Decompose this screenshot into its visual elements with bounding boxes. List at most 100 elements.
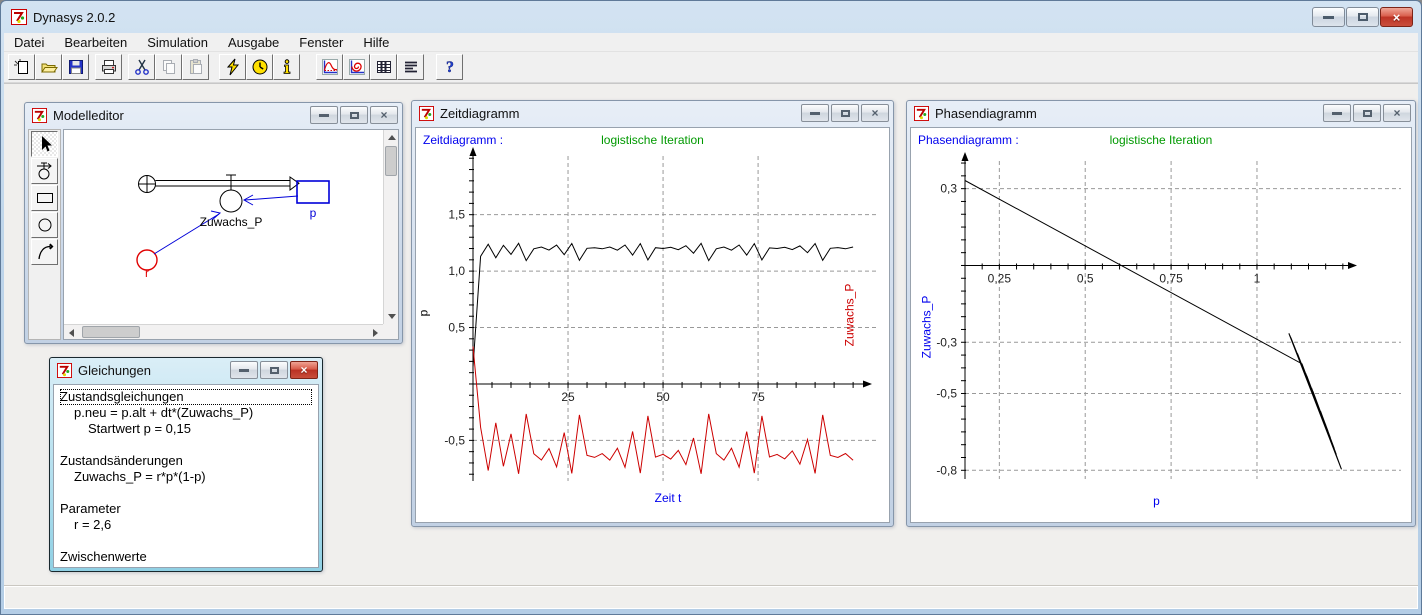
flow-tool-button[interactable] [31, 158, 58, 184]
svg-text:1,5: 1,5 [448, 208, 465, 222]
vertical-scrollbar[interactable] [383, 130, 398, 324]
status-bar [4, 586, 1418, 609]
flow-tool-icon [35, 161, 55, 181]
table-button[interactable] [370, 54, 397, 80]
equation-line[interactable]: r = 2,6 [60, 517, 312, 533]
svg-text:-0,5: -0,5 [444, 433, 465, 447]
dynasys-app-icon [57, 363, 72, 378]
svg-text:50: 50 [656, 390, 670, 404]
gleichungen-title: Gleichungen [78, 363, 151, 378]
model-canvas[interactable]: Zuwachs_P p r [64, 130, 383, 324]
scroll-left-button[interactable] [64, 325, 79, 340]
equation-line[interactable]: Startwert p = 0,15 [60, 421, 312, 437]
scroll-right-button[interactable] [368, 325, 383, 340]
open-button[interactable] [35, 54, 62, 80]
modelleditor-maximize-button[interactable] [340, 106, 368, 124]
main-title-bar[interactable]: Dynasys 2.0.2 × [1, 1, 1421, 33]
phasendiagramm-maximize-button[interactable] [1353, 104, 1381, 122]
new-document-button[interactable] [8, 54, 35, 80]
modelleditor-minimize-button[interactable] [310, 106, 338, 124]
menu-bearbeiten[interactable]: Bearbeiten [54, 33, 137, 52]
modelleditor-close-button[interactable]: × [370, 106, 398, 124]
protocol-button[interactable] [397, 54, 424, 80]
zeitdiagramm-close-button[interactable]: × [861, 104, 889, 122]
phasendiagramm-close-button[interactable]: × [1383, 104, 1411, 122]
pointer-tool-button[interactable] [31, 131, 58, 157]
connector-tool-button[interactable] [31, 239, 58, 265]
phase-chart-title: logistische Iteration [1036, 133, 1286, 147]
model-canvas-frame: Zuwachs_P p r [63, 129, 399, 340]
simulation-time-button[interactable] [246, 54, 273, 80]
phase-chart-button[interactable] [343, 54, 370, 80]
stock-label: p [310, 206, 317, 220]
phase-yaxis-label: Zuwachs_P [919, 296, 933, 359]
menu-fenster[interactable]: Fenster [289, 33, 353, 52]
table-icon [375, 58, 393, 76]
constant-tool-button[interactable] [31, 212, 58, 238]
zeitdiagramm-maximize-button[interactable] [831, 104, 859, 122]
equation-section-heading[interactable]: Parameter [60, 501, 312, 517]
help-icon: ? [441, 58, 459, 76]
scroll-up-button[interactable] [384, 130, 399, 145]
zeitdiagramm-minimize-button[interactable] [801, 104, 829, 122]
equation-section-heading[interactable]: Zustandsänderungen [60, 453, 312, 469]
minimize-button[interactable] [1312, 7, 1345, 27]
menu-datei[interactable]: Datei [4, 33, 54, 52]
svg-text:-0,3: -0,3 [936, 335, 957, 349]
gleichungen-close-button[interactable]: × [290, 361, 318, 379]
info-button[interactable] [273, 54, 300, 80]
menu-hilfe[interactable]: Hilfe [353, 33, 399, 52]
equation-section-heading[interactable]: Zustandsgleichungen [60, 389, 312, 405]
phasendiagramm-title-bar[interactable]: Phasendiagramm × [907, 101, 1415, 126]
stock-p-shape[interactable] [297, 181, 329, 203]
equation-line[interactable]: p.neu = p.alt + dt*(Zuwachs_P) [60, 405, 312, 421]
scissors-icon [133, 58, 151, 76]
dynasys-app-icon [914, 106, 929, 121]
horizontal-scroll-thumb[interactable] [82, 326, 140, 338]
svg-text:75: 75 [751, 390, 765, 404]
open-folder-icon [40, 58, 58, 76]
equation-blank-line [60, 437, 312, 453]
zeit-xaxis-label: Zeit t [473, 491, 863, 505]
svg-text:0,3: 0,3 [940, 182, 957, 196]
vertical-scroll-thumb[interactable] [385, 146, 397, 176]
cut-button[interactable] [128, 54, 155, 80]
copy-button [155, 54, 182, 80]
phasendiagramm-title: Phasendiagramm [935, 106, 1037, 121]
print-button[interactable] [95, 54, 122, 80]
save-button[interactable] [62, 54, 89, 80]
menu-ausgabe[interactable]: Ausgabe [218, 33, 289, 52]
svg-text:0,25: 0,25 [988, 271, 1012, 285]
time-chart-button[interactable] [316, 54, 343, 80]
gleichungen-maximize-button[interactable] [260, 361, 288, 379]
scroll-down-button[interactable] [384, 309, 399, 324]
zeit-yaxis-right-label: Zuwachs_P [843, 284, 857, 347]
horizontal-scrollbar[interactable] [64, 324, 383, 339]
gleichungen-title-bar[interactable]: Gleichungen × [50, 358, 322, 383]
close-button[interactable]: × [1380, 7, 1413, 27]
stock-tool-icon [35, 188, 55, 208]
phase-chart-type-label: Phasendiagramm : [918, 133, 1019, 147]
gleichungen-minimize-button[interactable] [230, 361, 258, 379]
zeitdiagramm-content: Zeitdiagramm : logistische Iteration 255… [415, 127, 890, 523]
equation-section-heading[interactable]: Zwischenwerte [60, 549, 312, 565]
equation-line[interactable]: Zuwachs_P = r*p*(1-p) [60, 469, 312, 485]
phase-chart-canvas: 0,250,50,7510,3-0,3-0,5-0,8 [911, 128, 1413, 522]
maximize-button[interactable] [1346, 7, 1379, 27]
protocol-icon [402, 58, 420, 76]
lightning-icon [224, 58, 242, 76]
modelleditor-title-bar[interactable]: Modelleditor × [25, 103, 402, 128]
menu-simulation[interactable]: Simulation [137, 33, 218, 52]
stock-tool-button[interactable] [31, 185, 58, 211]
equation-blank-line [60, 533, 312, 549]
equations-list[interactable]: Zustandsgleichungen p.neu = p.alt + dt*(… [53, 384, 319, 568]
paste-icon [187, 58, 205, 76]
resize-grip[interactable] [383, 324, 398, 339]
zeit-chart-canvas: 2550751,51,00,5-0,5 [416, 128, 891, 522]
run-simulation-button[interactable] [219, 54, 246, 80]
help-button[interactable]: ? [436, 54, 463, 80]
phasendiagramm-minimize-button[interactable] [1323, 104, 1351, 122]
new-document-icon [13, 58, 31, 76]
svg-text:0,75: 0,75 [1159, 271, 1183, 285]
zeitdiagramm-title-bar[interactable]: Zeitdiagramm × [412, 101, 893, 126]
